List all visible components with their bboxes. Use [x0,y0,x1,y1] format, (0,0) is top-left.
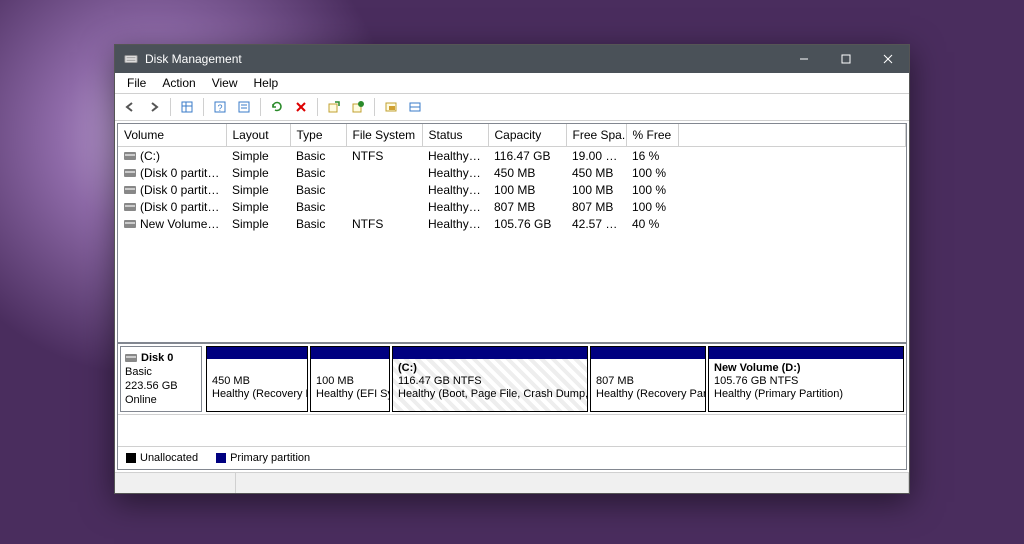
view-list-icon[interactable] [176,96,198,118]
refresh-icon[interactable] [266,96,288,118]
legend: Unallocated Primary partition [118,446,906,469]
unallocated-swatch [126,453,136,463]
undo-icon[interactable] [323,96,345,118]
partition[interactable]: 450 MBHealthy (Recovery P [206,346,308,412]
disk-state: Online [125,394,157,406]
volume-icon [124,220,136,228]
disk-size: 223.56 GB [125,380,178,392]
partition[interactable]: New Volume (D:)105.76 GB NTFSHealthy (Pr… [708,346,904,412]
statusbar [115,472,909,493]
volume-icon [124,186,136,194]
properties-icon[interactable] [233,96,255,118]
column-headers: Volume Layout Type File System Status Ca… [118,124,906,147]
col-type[interactable]: Type [290,124,346,147]
partition[interactable]: (C:)116.47 GB NTFSHealthy (Boot, Page Fi… [392,346,588,412]
layout-icon[interactable] [404,96,426,118]
menu-help[interactable]: Help [246,74,287,92]
volume-icon [124,152,136,160]
partition[interactable]: 807 MBHealthy (Recovery Part [590,346,706,412]
maximize-button[interactable] [825,45,867,73]
toolbar: ? [115,94,909,121]
menu-action[interactable]: Action [154,74,203,92]
menubar: File Action View Help [115,73,909,94]
svg-text:?: ? [217,103,222,113]
help-icon[interactable]: ? [209,96,231,118]
menu-file[interactable]: File [119,74,154,92]
volume-icon [124,203,136,211]
col-free[interactable]: Free Spa... [566,124,626,147]
col-layout[interactable]: Layout [226,124,290,147]
disk-icon [125,354,137,362]
table-row[interactable]: (C:)SimpleBasicNTFSHealthy (B...116.47 G… [118,147,906,165]
col-pct[interactable]: % Free [626,124,678,147]
primary-swatch [216,453,226,463]
back-button[interactable] [119,96,141,118]
menu-view[interactable]: View [204,74,246,92]
disk-info[interactable]: Disk 0 Basic 223.56 GB Online [120,346,202,412]
table-row[interactable]: (Disk 0 partition 2)SimpleBasicHealthy (… [118,181,906,198]
partition[interactable]: 100 MBHealthy (EFI Sy [310,346,390,412]
app-icon [123,51,139,67]
disk-management-window: Disk Management File Action View Help ? [114,44,910,494]
table-row[interactable]: (Disk 0 partition 1)SimpleBasicHealthy (… [118,164,906,181]
disk-type: Basic [125,366,152,378]
graphical-view: Disk 0 Basic 223.56 GB Online 450 MBHeal… [118,344,906,469]
col-volume[interactable]: Volume [118,124,226,147]
col-fs[interactable]: File System [346,124,422,147]
col-capacity[interactable]: Capacity [488,124,566,147]
legend-unallocated: Unallocated [140,452,198,464]
close-button[interactable] [867,45,909,73]
table-row[interactable]: (Disk 0 partition 5)SimpleBasicHealthy (… [118,198,906,215]
table-row[interactable]: New Volume (D:)SimpleBasicNTFSHealthy (P… [118,215,906,232]
legend-primary: Primary partition [230,452,310,464]
col-status[interactable]: Status [422,124,488,147]
delete-icon[interactable] [290,96,312,118]
volume-list[interactable]: Volume Layout Type File System Status Ca… [118,124,906,344]
titlebar[interactable]: Disk Management [115,45,909,73]
volume-icon [124,169,136,177]
apply-icon[interactable] [347,96,369,118]
disk-name: Disk 0 [141,352,173,364]
minimize-button[interactable] [783,45,825,73]
window-title: Disk Management [145,52,783,66]
settings-icon[interactable] [380,96,402,118]
forward-button[interactable] [143,96,165,118]
